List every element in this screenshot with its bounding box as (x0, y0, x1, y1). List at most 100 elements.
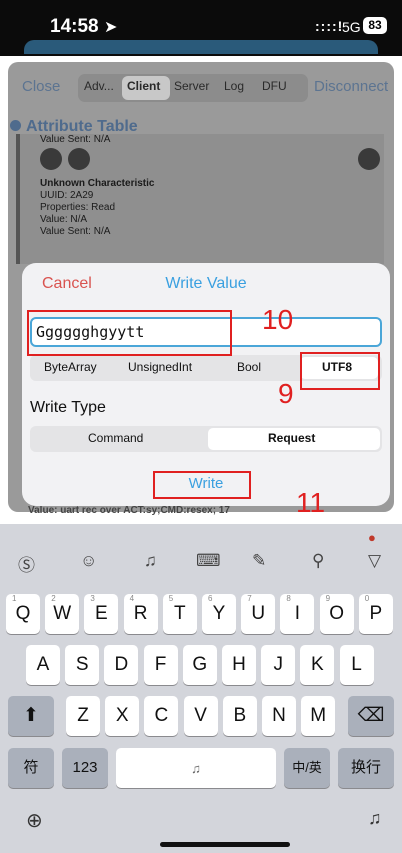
key-l[interactable]: L (339, 645, 374, 685)
emoji-icon[interactable]: ☺ (80, 551, 97, 571)
key-t[interactable]: 5T (162, 594, 197, 634)
key-label: M (310, 705, 327, 726)
key-p[interactable]: 0P (358, 594, 393, 634)
tab-adv[interactable]: Adv... (84, 79, 114, 93)
handwriting-icon[interactable]: ✎ (252, 551, 266, 571)
key-x[interactable]: X (105, 696, 140, 736)
dialog-title: Write Value (165, 275, 247, 292)
key-j[interactable]: J (261, 645, 296, 685)
key-r[interactable]: 4R (123, 594, 158, 634)
card-name: Unknown Characteristic (40, 178, 155, 189)
key-label: O (329, 603, 344, 624)
annotation-box-utf8 (300, 352, 380, 390)
attribute-table-icon (10, 120, 21, 131)
key-hint: 4 (129, 594, 135, 603)
key-label: U (251, 603, 266, 624)
key-label: S (75, 654, 89, 675)
annotation-9: 9 (278, 378, 294, 409)
tab-log[interactable]: Log (224, 79, 244, 93)
key-g[interactable]: G (182, 645, 217, 685)
key-h[interactable]: H (222, 645, 256, 685)
card-border-line (16, 134, 20, 264)
key-label: L (351, 654, 362, 675)
tab-client[interactable]: Client (127, 79, 160, 93)
keyboard: ● Ⓢ ☺ ♫ ⌨ ✎ ⚲ ▽ ⬆ ⌫ 符 123 ♫ 中/英 换行 ⊕ ♫ 1… (0, 524, 402, 853)
chinese-english-key[interactable]: 中/英 (284, 748, 330, 788)
microphone-small-icon: ♫ (191, 761, 201, 776)
key-label: W (53, 603, 72, 624)
key-o[interactable]: 9O (319, 594, 354, 634)
key-hint: 9 (325, 594, 331, 603)
key-hint: 8 (286, 594, 291, 603)
key-s[interactable]: S (65, 645, 100, 685)
key-label: A (36, 654, 50, 675)
symbol-key[interactable]: 符 (8, 748, 54, 788)
annotation-box-write (153, 471, 251, 499)
key-label: R (133, 603, 148, 624)
sogou-logo-icon[interactable]: Ⓢ (18, 551, 35, 576)
status-bar: 14:58 ➤ ::::! 5G 83 (0, 0, 402, 56)
key-n[interactable]: N (262, 696, 296, 736)
key-c[interactable]: C (144, 696, 179, 736)
backspace-key[interactable]: ⌫ (348, 696, 394, 736)
key-f[interactable]: F (143, 645, 178, 685)
key-label: Z (77, 705, 89, 726)
key-label: H (232, 654, 246, 675)
newline-key[interactable]: 换行 (338, 748, 394, 788)
notify-icon[interactable] (68, 148, 90, 170)
key-e[interactable]: 3E (84, 594, 119, 634)
card-uuid: UUID: 2A29 (40, 190, 94, 201)
card-value-sent: Value Sent: N/A (40, 226, 111, 237)
key-hint: 7 (247, 594, 252, 603)
key-hint: 0 (364, 594, 370, 603)
globe-icon[interactable]: ⊕ (26, 808, 43, 833)
status-time: 14:58 (50, 16, 99, 37)
shift-key[interactable]: ⬆ (8, 696, 54, 736)
key-label: X (115, 705, 129, 726)
encoding-unsignedint[interactable]: UnsignedInt (128, 360, 192, 374)
key-hint: 1 (12, 594, 17, 603)
numbers-key[interactable]: 123 (62, 748, 108, 788)
key-y[interactable]: 6Y (202, 594, 236, 634)
card-value: Value: N/A (40, 214, 88, 225)
write-type-command[interactable]: Command (88, 431, 143, 445)
download-icon[interactable] (358, 148, 380, 170)
nav-bar: Close Adv... Client Server Log DFU Disco… (8, 62, 394, 112)
encoding-bytearray[interactable]: ByteArray (44, 360, 97, 374)
space-key[interactable]: ♫ (116, 748, 276, 788)
battery-level: 83 (363, 17, 387, 34)
dictation-icon[interactable]: ♫ (368, 808, 382, 829)
card-properties: Properties: Read (40, 202, 116, 213)
chevron-down-icon[interactable]: ▽ (368, 551, 381, 571)
key-label: B (233, 705, 247, 726)
key-k[interactable]: K (300, 645, 335, 685)
key-u[interactable]: 7U (241, 594, 276, 634)
key-i[interactable]: 8I (280, 594, 315, 634)
key-label: G (192, 654, 208, 675)
search-icon[interactable]: ⚲ (312, 551, 324, 571)
key-d[interactable]: D (104, 645, 139, 685)
encoding-bool[interactable]: Bool (237, 360, 261, 374)
tab-dfu[interactable]: DFU (262, 79, 287, 93)
behind-value-text: Value: uart rec over ACT:sy;CMD:resex; 1… (28, 505, 230, 516)
keyboard-icon[interactable]: ⌨ (196, 551, 221, 571)
key-w[interactable]: 2W (45, 594, 80, 634)
card-value-sent-top: Value Sent: N/A (40, 134, 111, 145)
key-label: N (272, 705, 286, 726)
key-m[interactable]: M (301, 696, 336, 736)
key-z[interactable]: Z (66, 696, 100, 736)
key-q[interactable]: 1Q (6, 594, 40, 634)
read-icon[interactable] (40, 148, 62, 170)
key-v[interactable]: V (183, 696, 218, 736)
key-hint: 5 (168, 594, 174, 603)
key-label: V (194, 705, 207, 726)
close-button[interactable]: Close (22, 78, 60, 95)
key-a[interactable]: A (26, 645, 60, 685)
key-hint: 2 (51, 594, 56, 603)
key-label: K (311, 654, 324, 675)
disconnect-button[interactable]: Disconnect (314, 78, 388, 95)
key-b[interactable]: B (222, 696, 257, 736)
tab-server[interactable]: Server (174, 79, 209, 93)
write-type-request[interactable]: Request (268, 431, 315, 445)
microphone-icon[interactable]: ♫ (144, 551, 157, 571)
